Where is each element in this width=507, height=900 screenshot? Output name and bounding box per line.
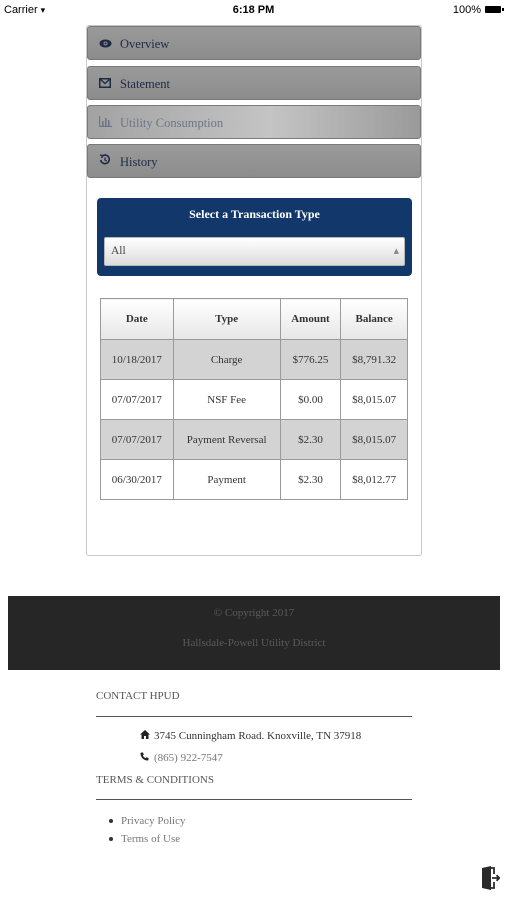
table-row: 10/18/2017 Charge $776.25 $8,791.32	[100, 339, 408, 380]
tab-label: Overview	[120, 37, 170, 51]
tab-label: Utility Consumption	[120, 116, 224, 130]
column-header-amount[interactable]: Amount	[279, 298, 342, 340]
contact-address: 3745 Cunningham Road. Knoxville, TN 3791…	[140, 730, 361, 742]
status-bar: Carrier ▾ 6:18 PM 100%	[0, 0, 507, 20]
cell-date: 06/30/2017	[100, 459, 174, 500]
tab-label: Statement	[120, 77, 170, 91]
transaction-type-label: Select a Transaction Type	[189, 207, 320, 221]
cell-amount: $2.30	[279, 419, 342, 460]
cell-date: 10/18/2017	[100, 339, 174, 380]
bar-chart-icon	[98, 107, 112, 141]
tab-label: History	[120, 155, 158, 169]
cell-type: Charge	[172, 339, 281, 380]
transaction-history-table: Date Type Amount Balance 10/18/2017 Char…	[100, 298, 408, 500]
address-text: 3745 Cunningham Road. Knoxville, TN 3791…	[154, 730, 362, 742]
transaction-type-select[interactable]: All ▲	[104, 237, 405, 266]
column-header-date[interactable]: Date	[100, 298, 174, 340]
terms-links: Privacy Policy Terms of Use	[109, 812, 185, 848]
phone-text: (865) 922-7547	[154, 752, 223, 764]
cell-type: NSF Fee	[172, 379, 281, 420]
column-header-balance[interactable]: Balance	[340, 298, 408, 340]
tab-utility-consumption[interactable]: Utility Consumption	[87, 105, 421, 139]
table-row: 07/07/2017 NSF Fee $0.00 $8,015.07	[100, 379, 408, 420]
copyright-text: © Copyright 2017	[213, 607, 295, 619]
account-panel: Overview Statement Utility Consumption H…	[86, 25, 422, 556]
history-icon	[98, 146, 112, 180]
divider	[96, 799, 412, 800]
clock: 6:18 PM	[232, 4, 275, 16]
envelope-icon	[98, 68, 112, 102]
bullet	[109, 837, 113, 842]
eye-icon	[98, 28, 112, 62]
battery-icon	[485, 6, 504, 13]
transaction-type-filter: Select a Transaction Type All ▲	[97, 198, 412, 276]
tab-history[interactable]: History	[87, 144, 421, 178]
cell-date: 07/07/2017	[100, 419, 174, 460]
terms-heading: TERMS & CONDITIONS	[96, 774, 214, 786]
contact-phone[interactable]: (865) 922-7547	[140, 752, 223, 764]
cell-amount: $2.30	[279, 459, 342, 500]
table-header-row: Date Type Amount Balance	[100, 298, 408, 340]
home-icon	[140, 730, 154, 742]
cell-type: Payment Reversal	[172, 419, 281, 460]
cell-type: Payment	[172, 459, 281, 500]
contact-heading: CONTACT HPUD	[96, 690, 180, 702]
privacy-policy-link[interactable]: Privacy Policy	[109, 812, 185, 830]
cell-balance: $8,015.07	[340, 419, 408, 460]
table-row: 07/07/2017 Payment Reversal $2.30 $8,015…	[100, 419, 408, 460]
bullet	[109, 819, 113, 824]
cell-balance: $8,791.32	[340, 339, 408, 380]
divider	[96, 716, 412, 717]
table-row: 06/30/2017 Payment $2.30 $8,012.77	[100, 459, 408, 500]
tab-statement[interactable]: Statement	[87, 66, 421, 100]
column-header-type[interactable]: Type	[172, 298, 281, 340]
district-name: Hallsdale-Powell Utility District	[182, 637, 326, 649]
terms-of-use-link[interactable]: Terms of Use	[109, 830, 185, 848]
footer: © Copyright 2017 Hallsdale-Powell Utilit…	[8, 596, 500, 670]
cell-date: 07/07/2017	[100, 379, 174, 420]
cell-amount: $0.00	[279, 379, 342, 420]
tab-overview[interactable]: Overview	[87, 26, 421, 60]
cell-balance: $8,015.07	[340, 379, 408, 420]
logout-icon[interactable]	[480, 865, 501, 891]
phone-icon	[140, 752, 154, 764]
chevron-down-icon: ▲	[393, 247, 399, 255]
battery-percent: 100%	[452, 4, 481, 16]
selected-value: All	[111, 245, 126, 257]
cell-balance: $8,012.77	[340, 459, 408, 500]
cell-amount: $776.25	[279, 339, 342, 380]
